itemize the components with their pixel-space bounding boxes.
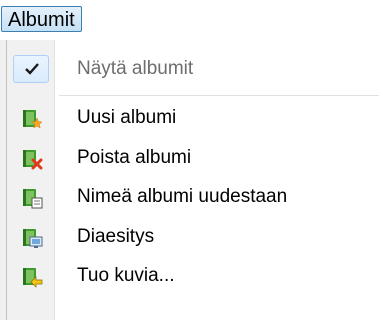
menu-item-label: Nimeä albumi uudestaan <box>77 186 288 207</box>
menu-item-label: Näytä albumit <box>77 58 194 79</box>
menu-item-rename-album[interactable]: Nimeä albumi uudestaan <box>7 178 383 216</box>
slideshow-icon <box>23 229 43 248</box>
menu-separator <box>59 95 379 96</box>
menu-bar: Albumit <box>0 0 383 40</box>
menu-item-delete-album[interactable]: Poista albumi <box>7 139 383 177</box>
menu-item-label: Poista albumi <box>77 147 192 168</box>
check-icon <box>25 63 39 75</box>
menu-item-label: Tuo kuvia... <box>77 265 175 286</box>
menu-item-new-album[interactable]: Uusi albumi <box>7 99 383 137</box>
menu-item-label: Diaesitys <box>77 226 155 247</box>
albumit-dropdown-menu: Näytä albumit Uusi albumi Poista albumi <box>6 40 383 320</box>
menu-item-label: Uusi albumi <box>77 107 177 128</box>
album-delete-icon <box>23 150 43 170</box>
album-rename-icon <box>23 189 43 209</box>
menu-item-import-images[interactable]: Tuo kuvia... <box>7 257 383 295</box>
import-icon <box>23 268 43 288</box>
albumit-menu-button[interactable]: Albumit <box>1 6 82 32</box>
album-new-icon <box>23 110 43 129</box>
check-highlight <box>13 55 49 83</box>
menu-item-slideshow[interactable]: Diaesitys <box>7 218 383 256</box>
menu-item-show-albums[interactable]: Näytä albumit <box>7 50 383 88</box>
